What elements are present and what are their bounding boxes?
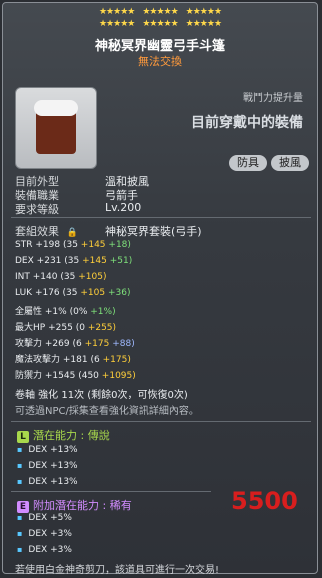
additional-potential-line: DEX +3% — [17, 545, 71, 555]
potential-line: DEX +13% — [17, 461, 77, 471]
potential-line: DEX +13% — [17, 445, 77, 455]
combat-power-label: 戰鬥力提升量 — [243, 93, 303, 104]
star-group: ★★★★★ — [142, 19, 178, 29]
stat-row: DEX +231 (35 +145 +51) — [15, 256, 133, 266]
star-group: ★★★★★ — [142, 7, 178, 17]
detail-value: Lv.200 — [105, 201, 142, 214]
star-group: ★★★★★ — [98, 19, 135, 29]
potential-line: DEX +13% — [17, 477, 77, 487]
set-effect-value: 神秘冥界套裝(弓手) — [105, 225, 202, 238]
stat-row: 攻擊力 +269 (6 +175 +88) — [15, 339, 135, 349]
stat-row: INT +140 (35 +105) — [15, 272, 107, 282]
npc-note: 可透過NPC/採集查看強化資訊詳細內容。 — [15, 406, 199, 417]
set-effect: 套組效果 🔒 神秘冥界套裝(弓手) — [15, 223, 202, 239]
item-icon-frame — [15, 87, 97, 169]
stat-row: 全屬性 +1% (0% +1%) — [15, 307, 116, 317]
additional-potential-line: DEX +5% — [17, 513, 71, 523]
star-group: ★★★★★ — [98, 7, 135, 17]
legendary-grade-icon: L — [17, 431, 29, 443]
star-group: ★★★★★ — [185, 7, 222, 17]
detail-label: 要求等級 — [15, 203, 59, 216]
scroll-info: 卷軸 強化 11次 (剩餘0次，可恢復0次) — [15, 390, 188, 401]
cape-icon — [34, 100, 78, 154]
stat-row: STR +198 (35 +145 +18) — [15, 240, 131, 250]
stat-row: 最大HP +255 (0 +255) — [15, 323, 117, 333]
trade-restriction: 無法交換 — [138, 55, 182, 68]
star-force-row-2: ★★★★★ ★★★★★ ★★★★★ — [3, 19, 317, 29]
divider — [11, 421, 311, 422]
additional-potential-line: DEX +3% — [17, 529, 71, 539]
footer-note: 若使用白金神奇剪刀，該道具可進行一次交易! — [15, 565, 220, 576]
item-tooltip: ★★★★★ ★★★★★ ★★★★★ ★★★★★ ★★★★★ ★★★★★ 神秘冥界… — [2, 2, 318, 576]
divider — [11, 217, 311, 218]
price-label: 5500 — [231, 487, 298, 515]
divider — [11, 491, 211, 492]
potential-header: L 潛在能力 : 傳說 — [17, 427, 110, 443]
epic-grade-icon: E — [17, 501, 29, 513]
lock-icon: 🔒 — [66, 228, 78, 238]
set-effect-label: 套組效果 — [15, 225, 59, 238]
stat-row: 防禦力 +1545 (450 +1095) — [15, 371, 136, 381]
additional-potential-header: E 附加潛在能力 : 稀有 — [17, 497, 132, 513]
current-equipped-label: 目前穿戴中的裝備 — [191, 115, 303, 131]
stat-row: 魔法攻擊力 +181 (6 +175) — [15, 355, 131, 365]
badge-armor: 防具 — [229, 155, 267, 171]
star-force-row-1: ★★★★★ ★★★★★ ★★★★★ — [3, 7, 317, 17]
item-name: 神秘冥界幽靈弓手斗篷 — [94, 39, 225, 54]
badge-cape: 披風 — [271, 155, 309, 171]
stat-row: LUK +176 (35 +105 +36) — [15, 288, 131, 298]
star-group: ★★★★★ — [185, 19, 222, 29]
detail-level: 要求等級 Lv.200 — [15, 201, 141, 217]
